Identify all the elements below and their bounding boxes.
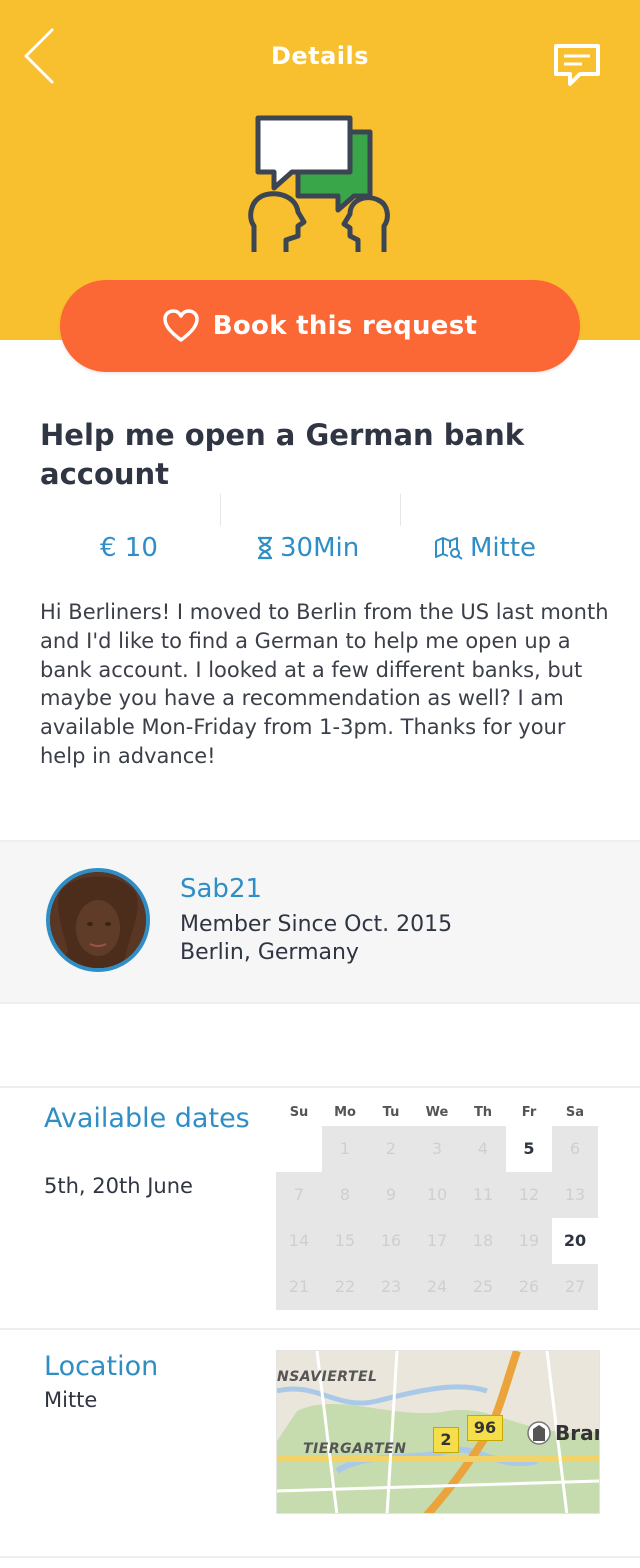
calendar-weekday: Mo	[334, 1105, 356, 1120]
calendar: Su Mo Tu We Th Fr Sa 1 2 3 4 5 6 7 8 9 10 11 12 13 14 15 16 17…	[276, 1100, 598, 1310]
location-value: Mitte	[470, 533, 537, 563]
calendar-day-available[interactable]: 5	[506, 1126, 552, 1172]
map-city-label: Brar	[555, 1421, 600, 1445]
calendar-day: 23	[380, 1277, 402, 1296]
calendar-day: 22	[334, 1277, 356, 1296]
page-title: Details	[270, 42, 370, 70]
divider	[0, 1002, 640, 1004]
calendar-day: 18	[472, 1231, 494, 1250]
calendar-weekdays: Su Mo Tu We Th Fr Sa	[276, 1100, 598, 1126]
calendar-day: 21	[288, 1277, 310, 1296]
map-icon	[435, 537, 463, 560]
calendar-day: 8	[339, 1185, 351, 1204]
divider	[0, 1328, 640, 1330]
calendar-day: 2	[385, 1139, 397, 1158]
hourglass-icon	[258, 536, 272, 560]
calendar-day: 15	[334, 1231, 356, 1250]
calendar-day: 16	[380, 1231, 402, 1250]
calendar-day: 24	[426, 1277, 448, 1296]
avatar[interactable]	[46, 868, 150, 972]
chat-button[interactable]	[550, 40, 604, 90]
calendar-day: 11	[472, 1185, 494, 1204]
member-since: Member Since Oct. 2015	[180, 912, 453, 937]
location-title: Location	[44, 1351, 159, 1382]
location-text: Mitte	[44, 1388, 98, 1412]
member-username[interactable]: Sab21	[180, 874, 262, 904]
avatar-image	[50, 872, 146, 968]
request-title: Help me open a German bank account	[40, 418, 525, 491]
calendar-day: 9	[385, 1185, 397, 1204]
available-dates-value: 5th, 20th June	[44, 1174, 193, 1198]
calendar-day: 3	[431, 1139, 443, 1158]
conversation-illustration	[246, 110, 396, 260]
calendar-day: 7	[293, 1185, 305, 1204]
price: € 10	[100, 528, 158, 568]
calendar-day: 6	[569, 1139, 581, 1158]
member-city: Berlin, Germany	[180, 940, 359, 965]
calendar-day: 17	[426, 1231, 448, 1250]
divider	[0, 1556, 640, 1558]
meta-divider	[400, 494, 401, 526]
calendar-day: 1	[339, 1139, 351, 1158]
calendar-day-available[interactable]: 20	[552, 1218, 598, 1264]
calendar-day: 27	[564, 1277, 586, 1296]
calendar-day: 14	[288, 1231, 310, 1250]
price-value: € 10	[100, 533, 158, 563]
heart-icon	[163, 309, 199, 342]
calendar-day: 13	[564, 1185, 586, 1204]
map-district-label: NSAVIERTEL	[277, 1369, 378, 1385]
calendar-weekday: Tu	[382, 1105, 400, 1120]
calendar-weekday: Su	[289, 1105, 309, 1120]
calendar-empty-cell	[276, 1126, 322, 1172]
calendar-grid: 1 2 3 4 5 6 7 8 9 10 11 12 13 14 15 16 17 18 19 20 21 22 23 24 2…	[276, 1126, 598, 1310]
calendar-day: 19	[518, 1231, 540, 1250]
book-request-button[interactable]: Book this request	[60, 280, 580, 372]
map-district-label: TIERGARTEN	[303, 1441, 407, 1457]
calendar-weekday: Sa	[565, 1105, 585, 1120]
calendar-day: 12	[518, 1185, 540, 1204]
divider	[0, 1086, 640, 1088]
calendar-day: 26	[518, 1277, 540, 1296]
available-dates-title: Available dates	[44, 1103, 250, 1134]
location-map[interactable]: NSAVIERTEL TIERGARTEN 2 96 Brar	[276, 1350, 600, 1514]
calendar-weekday: Fr	[521, 1105, 537, 1120]
location-meta: Mitte	[434, 528, 536, 568]
duration: 30Min	[256, 528, 359, 568]
request-description: Hi Berliners! I moved to Berlin from the…	[40, 600, 609, 768]
calendar-day: 25	[472, 1277, 494, 1296]
book-button-label: Book this request	[212, 311, 478, 341]
meta-divider	[220, 494, 221, 526]
calendar-weekday: Th	[473, 1105, 493, 1120]
calendar-weekday: We	[425, 1105, 449, 1120]
chat-icon	[554, 44, 600, 86]
calendar-day: 4	[477, 1139, 489, 1158]
conversation-icon	[248, 115, 390, 252]
duration-value: 30Min	[280, 533, 360, 563]
map-road-shield: 2	[433, 1427, 459, 1453]
calendar-day: 10	[426, 1185, 448, 1204]
member-card[interactable]: Sab21 Member Since Oct. 2015 Berlin, Ger…	[0, 842, 640, 1002]
map-road-shield: 96	[467, 1415, 503, 1441]
